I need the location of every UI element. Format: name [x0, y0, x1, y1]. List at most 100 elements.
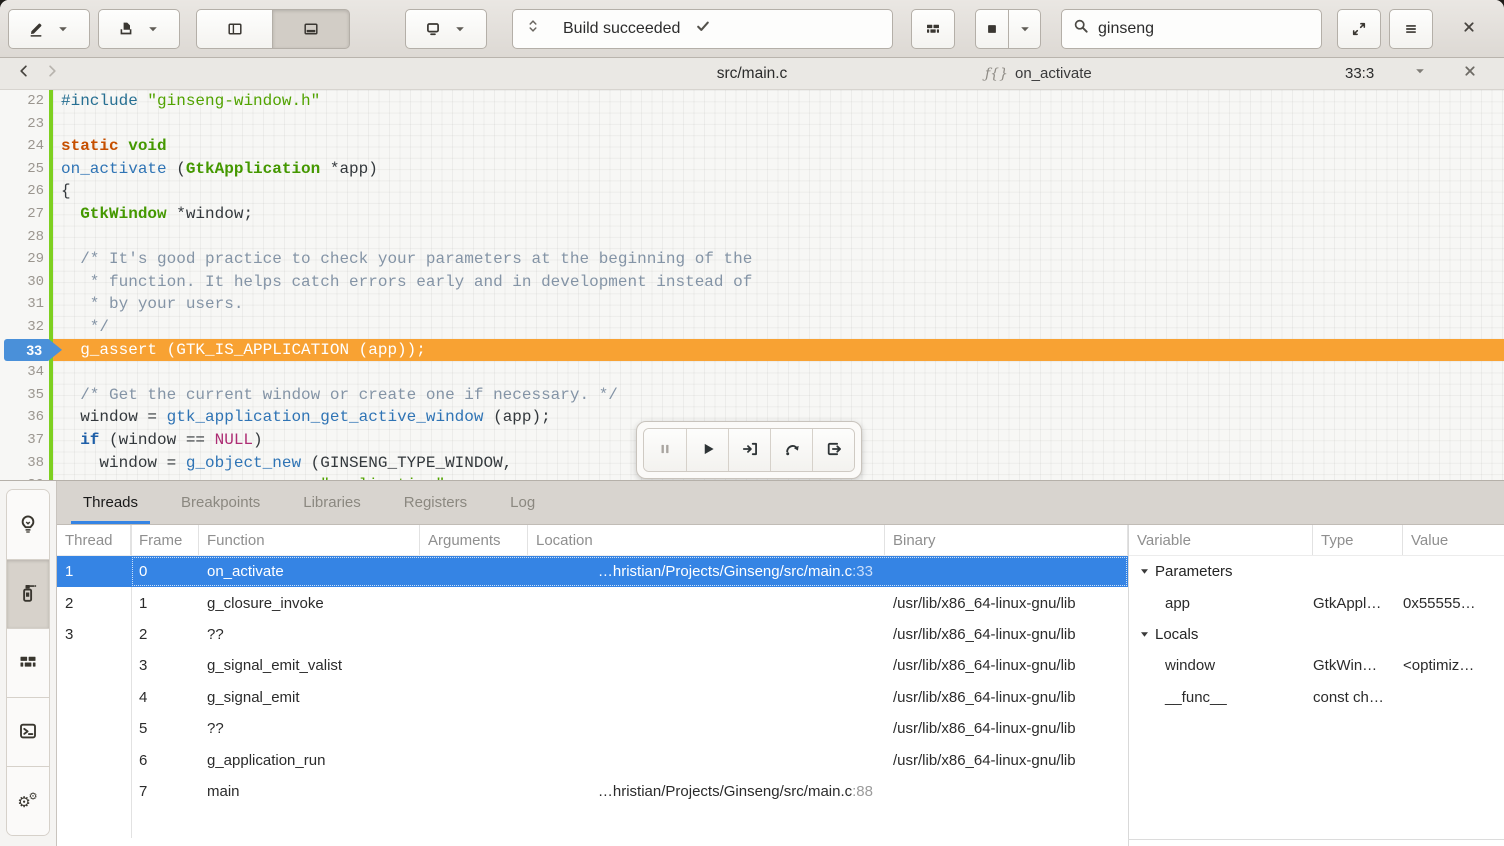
code-line[interactable]: 31 * by your users.	[0, 293, 1504, 316]
stack-frame-row[interactable]: 32??/usr/lib/x86_64-linux-gnu/lib	[57, 619, 1128, 650]
tab-threads[interactable]: Threads	[71, 481, 150, 524]
cell	[420, 682, 528, 713]
expand-icon	[1351, 21, 1367, 37]
step-in-button[interactable]	[728, 429, 770, 471]
stack-frame-row[interactable]: 5??/usr/lib/x86_64-linux-gnu/lib	[57, 713, 1128, 744]
toggle-bottom-panel[interactable]	[273, 9, 350, 49]
cell: g_signal_emit_valist	[199, 650, 420, 681]
stack-frame-row[interactable]: 21g_closure_invoke/usr/lib/x86_64-linux-…	[57, 587, 1128, 618]
toggle-left-panel[interactable]	[196, 9, 273, 49]
line-number[interactable]: 38	[0, 452, 44, 475]
edit-mode-button[interactable]	[8, 9, 90, 49]
stop-button[interactable]	[975, 9, 1009, 49]
variable-value	[1403, 556, 1504, 587]
location-cell: …hristian/Projects/Ginseng/src/main.c:88	[528, 776, 885, 807]
source-editor[interactable]: 22#include "ginseng-window.h"2324static …	[0, 90, 1504, 480]
line-number[interactable]: 26	[0, 180, 44, 203]
column-header[interactable]: Variable	[1129, 525, 1313, 555]
line-number[interactable]: 25	[0, 158, 44, 181]
code-line[interactable]: 22#include "ginseng-window.h"	[0, 90, 1504, 113]
open-document-button[interactable]	[98, 9, 180, 49]
rail-build-pipeline-button[interactable]	[7, 628, 49, 697]
line-number[interactable]: 36	[0, 406, 44, 429]
search-input[interactable]	[1098, 20, 1310, 38]
line-number[interactable]: 32	[0, 316, 44, 339]
menu-button[interactable]	[1389, 9, 1433, 49]
column-header[interactable]: Value	[1403, 525, 1504, 555]
rail-settings-button[interactable]: ⚙⚙	[7, 766, 49, 835]
line-number[interactable]: 28	[0, 226, 44, 249]
line-number[interactable]: 35	[0, 384, 44, 407]
code-line[interactable]: 24static void	[0, 135, 1504, 158]
variable-row[interactable]: appGtkAppl…0x55555…	[1129, 587, 1504, 618]
chevron-down-icon	[452, 21, 468, 37]
column-header[interactable]: Function	[199, 525, 420, 555]
current-symbol[interactable]: ƒ{} on_activate	[985, 58, 1092, 89]
line-number[interactable]: 27	[0, 203, 44, 226]
global-search[interactable]	[1061, 9, 1322, 49]
stack-frame-row[interactable]: 4g_signal_emit/usr/lib/x86_64-linux-gnu/…	[57, 682, 1128, 713]
omnibar[interactable]: Build succeeded	[512, 9, 893, 49]
document-menu-button[interactable]	[1412, 58, 1428, 89]
line-number[interactable]: 29	[0, 248, 44, 271]
stack-frame-row[interactable]: 6g_application_run/usr/lib/x86_64-linux-…	[57, 744, 1128, 775]
bricks-icon	[18, 652, 38, 675]
stack-frame-row[interactable]: 3g_signal_emit_valist/usr/lib/x86_64-lin…	[57, 650, 1128, 681]
code-line[interactable]: 32 */	[0, 316, 1504, 339]
code-line[interactable]: 30 * function. It helps catch errors ear…	[0, 271, 1504, 294]
stack-frame-row[interactable]: 7main…hristian/Projects/Ginseng/src/main…	[57, 776, 1128, 807]
column-header[interactable]: Arguments	[420, 525, 528, 555]
cell: 5	[131, 713, 199, 744]
stack-frame-row[interactable]: 10on_activate…hristian/Projects/Ginseng/…	[57, 556, 1128, 587]
line-number[interactable]: 37	[0, 429, 44, 452]
line-number[interactable]: 22	[0, 90, 44, 113]
code-line[interactable]: 35 /* Get the current window or create o…	[0, 384, 1504, 407]
code-line[interactable]: 29 /* It's good practice to check your p…	[0, 248, 1504, 271]
variable-group-row[interactable]: Locals	[1129, 619, 1504, 650]
column-header[interactable]: Location	[528, 525, 885, 555]
step-over-button[interactable]	[770, 429, 812, 471]
variable-group-row[interactable]: Parameters	[1129, 556, 1504, 587]
continue-button[interactable]	[686, 429, 728, 471]
line-number[interactable]: 31	[0, 293, 44, 316]
step-out-button[interactable]	[812, 429, 854, 471]
variable-row[interactable]: __func__const ch…	[1129, 682, 1504, 713]
cell	[57, 776, 131, 807]
tab-breakpoints[interactable]: Breakpoints	[169, 481, 272, 524]
code-line[interactable]: 26{	[0, 180, 1504, 203]
variable-row[interactable]: windowGtkWin…<optimiz…	[1129, 650, 1504, 681]
cell	[420, 587, 528, 618]
expander-triangle-icon[interactable]	[1129, 629, 1155, 640]
rail-terminal-button[interactable]	[7, 697, 49, 766]
code-line[interactable]: 27 GtkWindow *window;	[0, 203, 1504, 226]
pause-button[interactable]	[644, 429, 686, 471]
tab-registers[interactable]: Registers	[392, 481, 479, 524]
expander-triangle-icon[interactable]	[1129, 566, 1155, 577]
close-icon	[1462, 63, 1478, 84]
code-line[interactable]: 23	[0, 113, 1504, 136]
line-number[interactable]: 24	[0, 135, 44, 158]
tab-log[interactable]: Log	[498, 481, 547, 524]
column-header[interactable]: Type	[1313, 525, 1403, 555]
rail-todo-button[interactable]	[7, 490, 49, 559]
lightbulb-icon	[18, 513, 38, 536]
line-number[interactable]: 23	[0, 113, 44, 136]
fullscreen-button[interactable]	[1337, 9, 1381, 49]
line-number[interactable]: 34	[0, 361, 44, 384]
code-line[interactable]: 25on_activate (GtkApplication *app)	[0, 158, 1504, 181]
device-selector-button[interactable]	[405, 9, 487, 49]
stop-menu-button[interactable]	[1009, 9, 1041, 49]
column-header[interactable]: Binary	[885, 525, 1128, 555]
code-line[interactable]: 33 g_assert (GTK_IS_APPLICATION (app));3…	[0, 339, 1504, 362]
line-number[interactable]: 30	[0, 271, 44, 294]
code-line[interactable]: 34	[0, 361, 1504, 384]
column-header[interactable]: Frame	[131, 525, 199, 555]
build-bricks-icon	[925, 21, 941, 37]
document-close-button[interactable]	[1462, 58, 1478, 89]
build-button[interactable]	[911, 9, 955, 49]
rail-debugger-button[interactable]	[7, 559, 49, 628]
column-header[interactable]: Thread	[57, 525, 131, 555]
code-line[interactable]: 28	[0, 226, 1504, 249]
tab-libraries[interactable]: Libraries	[291, 481, 373, 524]
window-close-button[interactable]	[1461, 19, 1477, 38]
